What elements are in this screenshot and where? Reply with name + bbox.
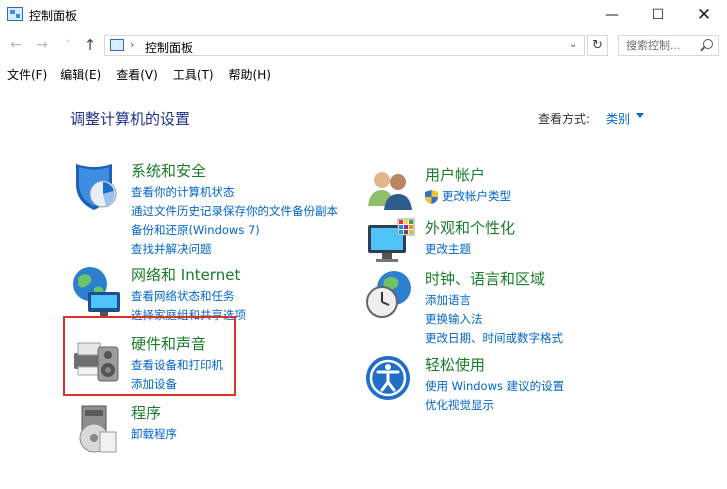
up-arrow-icon[interactable]: ↑ [82,37,98,53]
link-date-time-format[interactable]: 更改日期、时间或数字格式 [425,329,563,348]
shield-icon[interactable] [70,160,124,214]
page-title: 调整计算机的设置 [70,110,191,128]
view-by-label: 查看方式: [538,112,591,126]
search-box[interactable] [618,35,719,56]
category-title[interactable]: 外观和个性化 [425,217,515,238]
link-change-input-method[interactable]: 更换输入法 [425,310,563,329]
view-by-dropdown-arrow-icon[interactable] [636,113,644,118]
category-title[interactable]: 程序 [131,402,161,423]
category-title[interactable]: 网络和 Internet [131,264,240,285]
link-recommended-settings[interactable]: 使用 Windows 建议的设置 [425,377,564,396]
content-area: 调整计算机的设置 查看方式: 类别 系统和安全 查看你的计算机状态 通过文件历史… [0,86,727,489]
recent-locations-chevron-icon[interactable]: ˅ [60,37,76,53]
programs-disc-icon[interactable] [70,402,124,456]
link-uninstall-program[interactable]: 卸载程序 [131,425,177,444]
menu-help[interactable]: 帮助(H) [229,64,271,86]
search-icon[interactable] [703,39,713,49]
uac-shield-icon [425,190,438,204]
menu-tools[interactable]: 工具(T) [173,64,214,86]
view-by-dropdown[interactable]: 类别 [606,110,630,127]
navigation-bar: ← → ˅ ↑ › 控制面板 ⌄ ↻ [0,31,727,61]
highlight-box [63,316,236,396]
ease-of-access-icon[interactable] [364,354,418,408]
minimize-button[interactable]: — [589,0,635,30]
address-dropdown-chevron-icon[interactable]: ⌄ [569,39,577,50]
control-panel-app-icon [7,7,23,21]
link-network-status[interactable]: 查看网络状态和任务 [131,287,246,306]
search-input[interactable] [619,36,699,55]
link-change-theme[interactable]: 更改主题 [425,240,471,259]
refresh-button[interactable]: ↻ [587,35,608,56]
link-change-account-type[interactable]: 更改帐户类型 [425,187,511,206]
menu-view[interactable]: 查看(V) [116,64,158,86]
address-bar[interactable]: › 控制面板 ⌄ [104,35,585,56]
window-title: 控制面板 [29,9,78,23]
close-button[interactable]: ✕ [681,0,727,30]
title-bar: 控制面板 — ☐ ✕ [0,0,727,30]
clock-globe-icon[interactable] [364,268,418,322]
back-arrow-icon[interactable]: ← [8,37,24,53]
monitor-palette-icon[interactable] [364,217,418,271]
link-label: 更改帐户类型 [442,189,511,203]
category-title[interactable]: 时钟、语言和区域 [425,268,545,289]
link-file-history-backup[interactable]: 通过文件历史记录保存你的文件备份副本 [131,202,338,221]
maximize-button[interactable]: ☐ [635,0,681,30]
link-troubleshoot[interactable]: 查找并解决问题 [131,240,338,259]
menu-edit[interactable]: 编辑(E) [60,64,101,86]
category-title[interactable]: 系统和安全 [131,160,206,181]
link-view-computer-status[interactable]: 查看你的计算机状态 [131,183,338,202]
breadcrumb-separator-icon[interactable]: › [130,38,134,51]
category-title[interactable]: 用户帐户 [425,164,485,185]
menu-file[interactable]: 文件(F) [7,64,47,86]
breadcrumb-control-panel[interactable]: 控制面板 [145,39,193,56]
users-icon[interactable] [364,164,418,218]
menu-bar: 文件(F) 编辑(E) 查看(V) 工具(T) 帮助(H) [0,64,727,86]
forward-arrow-icon[interactable]: → [34,37,50,53]
category-title[interactable]: 轻松使用 [425,354,485,375]
network-globe-icon[interactable] [70,264,124,318]
link-backup-restore[interactable]: 备份和还原(Windows 7) [131,221,338,240]
control-panel-small-icon [110,39,124,51]
link-add-language[interactable]: 添加语言 [425,291,563,310]
link-optimize-visual-display[interactable]: 优化视觉显示 [425,396,564,415]
